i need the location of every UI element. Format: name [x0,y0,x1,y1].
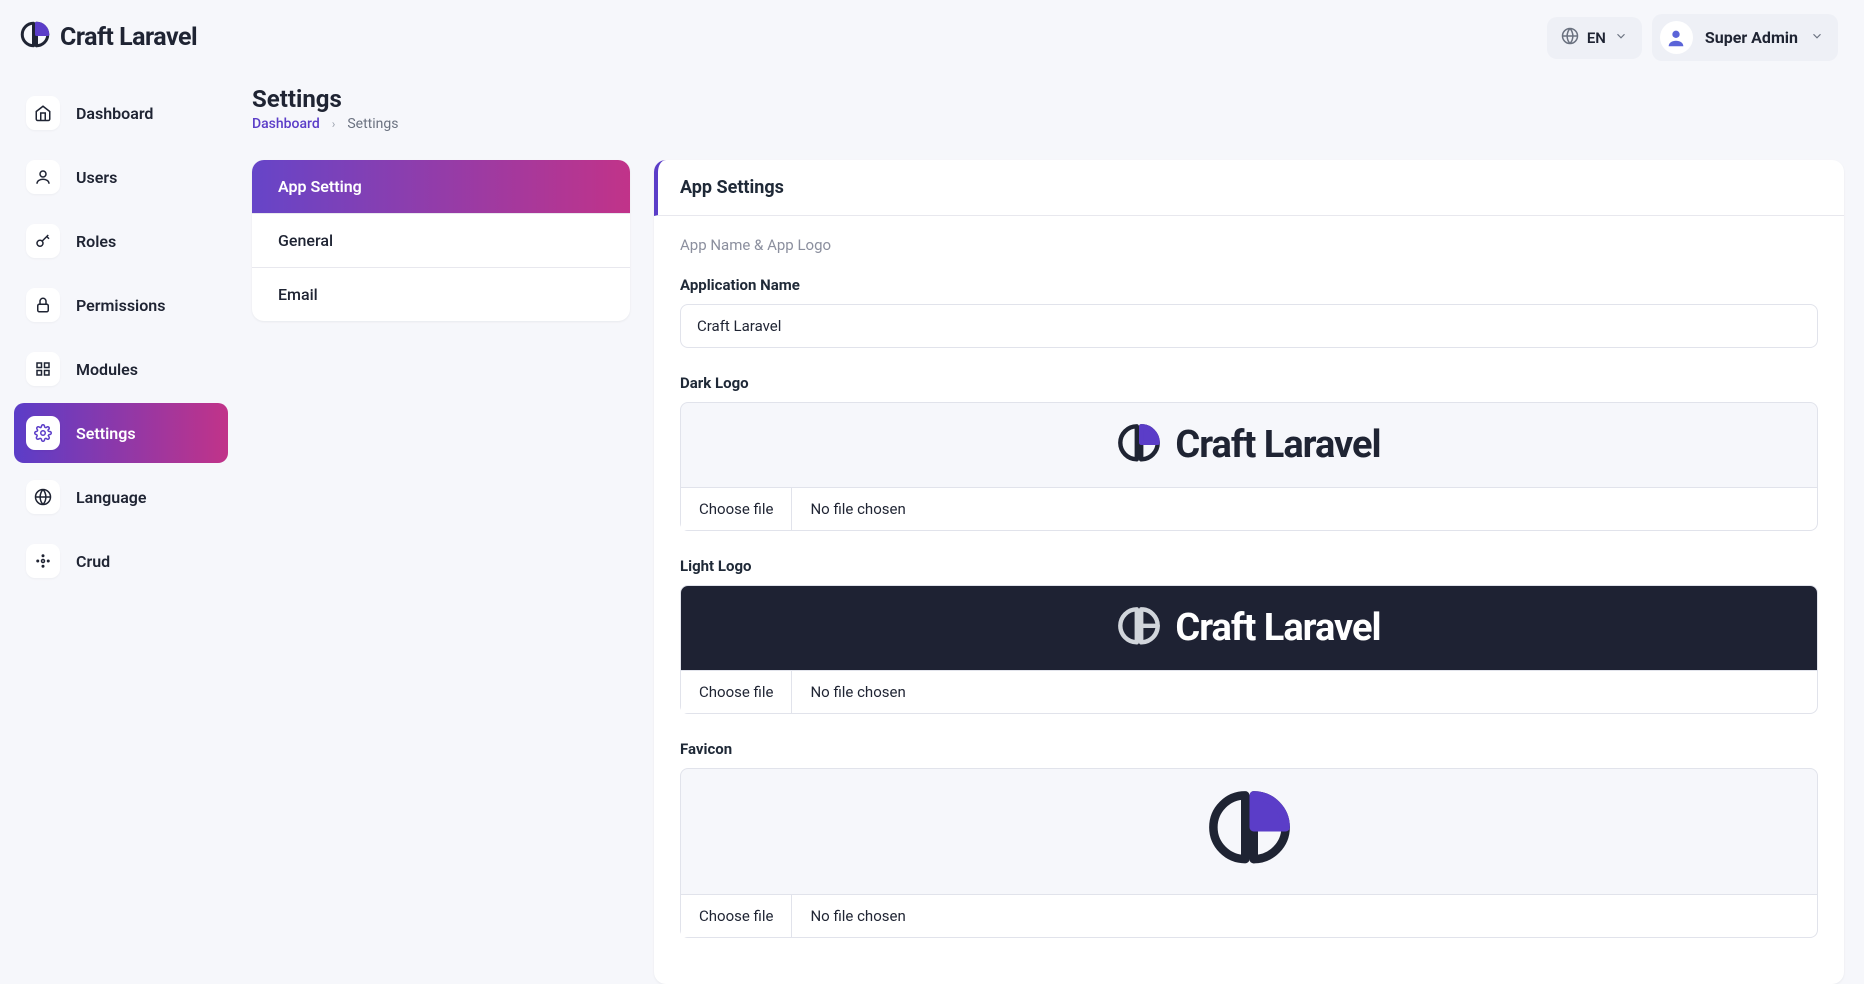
breadcrumb-current: Settings [347,116,398,132]
avatar [1660,21,1693,54]
user-menu[interactable]: Super Admin [1652,14,1838,61]
brand-name: Craft Laravel [60,23,197,52]
sidebar-item-language[interactable]: Language [14,467,228,527]
sidebar-item-label: Permissions [76,296,165,315]
section-label: App Name & App Logo [680,236,1818,254]
light-logo-preview: Craft Laravel [680,585,1818,671]
light-logo-file-status: No file chosen [792,671,923,713]
chevron-down-icon [1810,28,1824,47]
sidebar-item-label: Crud [76,552,110,571]
brand[interactable]: Craft Laravel [20,21,197,55]
light-logo-choose-button[interactable]: Choose file [681,671,792,713]
light-logo-text: Craft Laravel [1175,606,1380,650]
breadcrumb: Dashboard › Settings [252,116,1844,132]
dark-logo-preview: Craft Laravel [680,402,1818,488]
sidebar-item-label: Users [76,168,117,187]
breadcrumb-root[interactable]: Dashboard [252,116,320,132]
user-name: Super Admin [1705,28,1798,47]
chevron-right-icon: › [332,117,336,131]
subnav-item-general[interactable]: General [252,214,630,268]
language-label: EN [1587,29,1606,47]
favicon-preview [680,768,1818,895]
sidebar-item-label: Language [76,488,147,507]
favicon-file-status: No file chosen [792,895,923,937]
globe-icon [26,480,60,514]
sidebar-item-label: Settings [76,424,136,443]
favicon-label: Favicon [680,740,1818,758]
subnav-label: Email [278,285,318,304]
settings-subnav: App Setting General Email [252,160,630,321]
sidebar-item-permissions[interactable]: Permissions [14,275,228,335]
globe-icon [1561,27,1579,49]
sidebar-item-label: Dashboard [76,104,153,123]
subnav-label: App Setting [278,177,362,196]
sidebar-item-label: Roles [76,232,116,251]
dark-logo-choose-button[interactable]: Choose file [681,488,792,530]
dark-logo-label: Dark Logo [680,374,1818,392]
language-selector[interactable]: EN [1547,17,1642,59]
modules-icon [26,352,60,386]
home-icon [26,96,60,130]
card-title: App Settings [680,177,1822,198]
sidebar-item-roles[interactable]: Roles [14,211,228,271]
gear-icon [26,416,60,450]
chevron-down-icon [1614,29,1628,47]
settings-card: App Settings App Name & App Logo Applica… [654,160,1844,984]
app-name-label: Application Name [680,276,1818,294]
sidebar-item-label: Modules [76,360,138,379]
lock-icon [26,288,60,322]
subnav-label: General [278,231,333,250]
favicon-choose-button[interactable]: Choose file [681,895,792,937]
light-logo-label: Light Logo [680,557,1818,575]
sidebar-item-settings[interactable]: Settings [14,403,228,463]
subnav-item-email[interactable]: Email [252,268,630,321]
key-icon [26,224,60,258]
sidebar-item-dashboard[interactable]: Dashboard [14,83,228,143]
sidebar-item-modules[interactable]: Modules [14,339,228,399]
sidebar-item-users[interactable]: Users [14,147,228,207]
user-icon [26,160,60,194]
page-title: Settings [252,85,1844,113]
sidebar-item-crud[interactable]: Crud [14,531,228,591]
subnav-item-app-setting[interactable]: App Setting [252,160,630,214]
app-name-input[interactable] [680,304,1818,348]
dark-logo-text: Craft Laravel [1175,423,1380,467]
crud-icon [26,544,60,578]
dark-logo-file-status: No file chosen [792,488,923,530]
sidebar: Dashboard Users Roles Permissions Module… [0,73,242,984]
brand-logo-icon [20,21,50,55]
